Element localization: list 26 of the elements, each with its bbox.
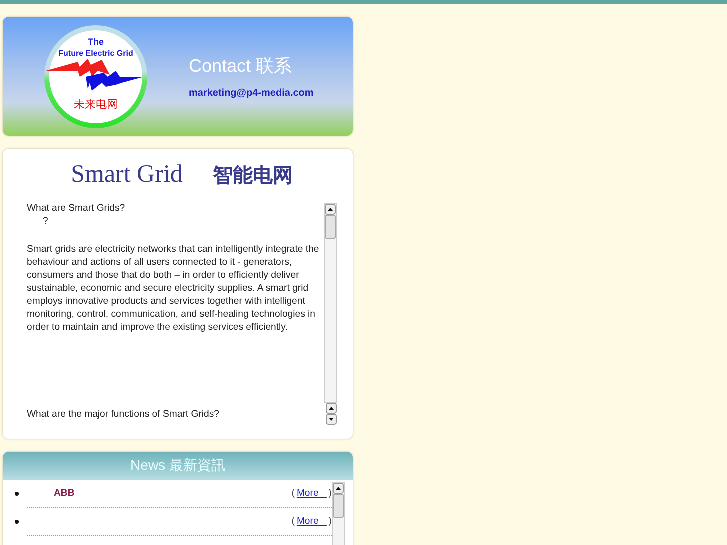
answer-paragraph: Smart grids are electricity networks that can intelligently integrate the behaviour and actions of all users connected to it - generators, consumers and those that do both – in order to efficiently deliver sustainable, economic and secure electricity supplies. A smart grid employs innovative products and services together with intelligent monitoring, control, communication, and self-healing technologies in order to maintain and improve the existing services efficiently. bbox=[27, 243, 320, 334]
section-title: Smart Grid bbox=[71, 161, 183, 189]
question-mark: ? bbox=[42, 216, 50, 227]
contact-title: Contact 联系 bbox=[189, 55, 294, 78]
question: What are the major functions of Smart Grids? bbox=[27, 408, 220, 420]
more-link[interactable]: More _ bbox=[296, 516, 327, 527]
bracket: ( bbox=[292, 516, 295, 527]
scroll-up-icon[interactable] bbox=[326, 403, 337, 414]
scroll-up-icon[interactable] bbox=[333, 483, 344, 494]
news-headline[interactable]: ABB bbox=[54, 488, 75, 499]
question: What are Smart Grids? bbox=[27, 203, 126, 214]
bracket: ) bbox=[328, 488, 332, 499]
scroll-up-icon[interactable] bbox=[325, 204, 336, 215]
logo: The Future Electric Grid 未来电网 bbox=[44, 24, 148, 128]
scrollbar[interactable] bbox=[324, 203, 337, 403]
more-link[interactable]: More _ bbox=[296, 488, 327, 499]
news-title: News 最新資訊 bbox=[130, 457, 226, 475]
bracket: ( bbox=[292, 488, 295, 499]
bracket: ) bbox=[328, 516, 332, 527]
section-title-chinese: 智能电网 bbox=[212, 162, 293, 189]
scroll-thumb[interactable] bbox=[333, 494, 344, 518]
bullet-icon bbox=[15, 492, 19, 496]
bullet-icon bbox=[15, 520, 19, 524]
scroll-thumb[interactable] bbox=[325, 215, 336, 239]
email-link[interactable]: marketing@p4-media.com bbox=[189, 88, 314, 99]
scroll-down-icon[interactable] bbox=[326, 414, 337, 425]
